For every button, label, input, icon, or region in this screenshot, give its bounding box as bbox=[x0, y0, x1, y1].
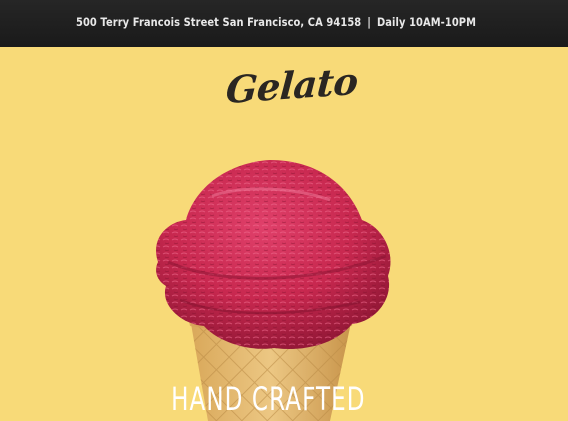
page: 500 Terry Francois Street San Francisco,… bbox=[0, 0, 568, 421]
gelato-logo[interactable]: Gelato bbox=[224, 59, 359, 113]
gelato-scoop bbox=[156, 160, 391, 349]
hero-headline: HAND CRAFTED bbox=[171, 380, 366, 418]
